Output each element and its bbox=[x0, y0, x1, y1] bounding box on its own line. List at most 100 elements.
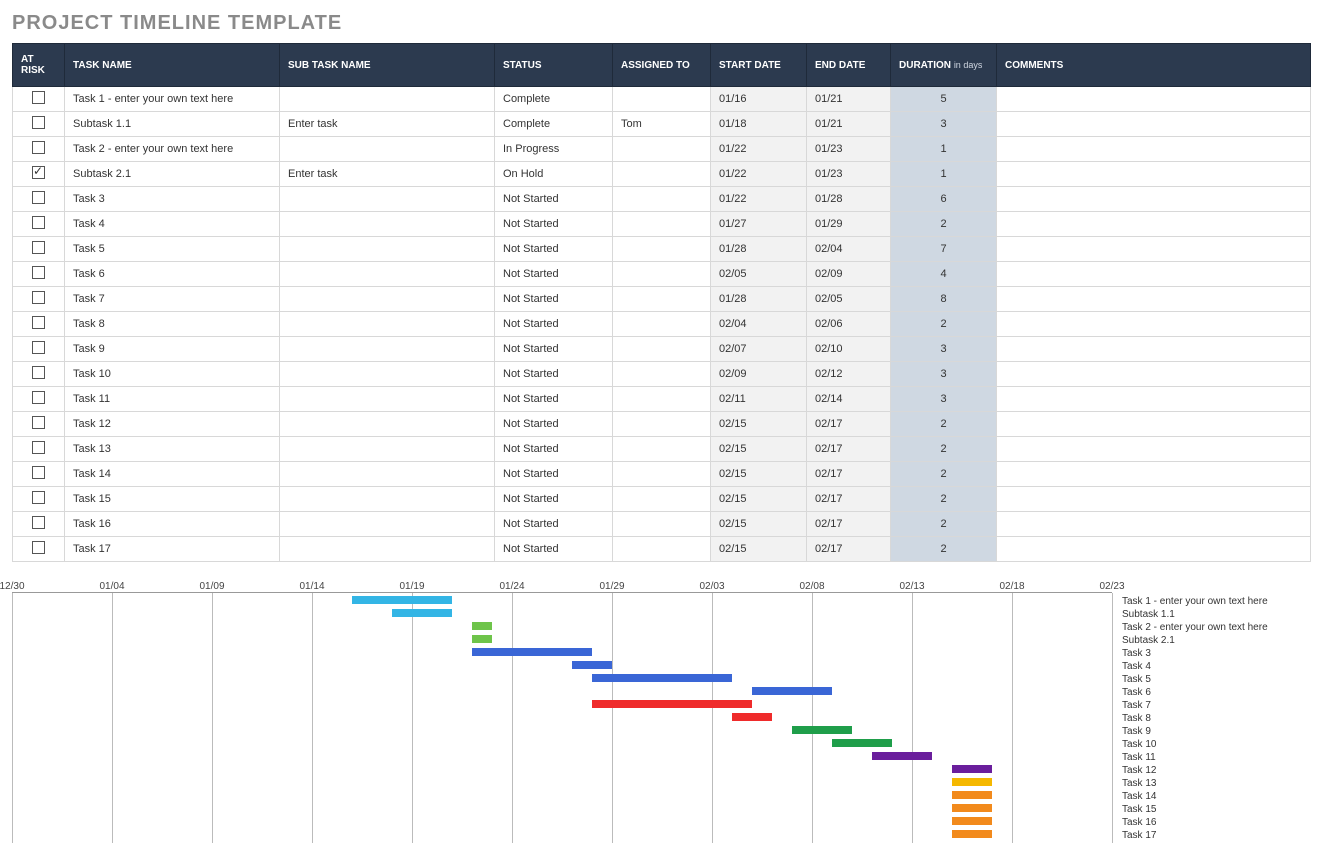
assigned-cell[interactable] bbox=[613, 87, 711, 112]
status-cell[interactable]: Complete bbox=[495, 87, 613, 112]
end-date-cell[interactable]: 02/06 bbox=[807, 312, 891, 337]
subtask-name-cell[interactable] bbox=[280, 437, 495, 462]
comments-cell[interactable] bbox=[997, 137, 1311, 162]
subtask-name-cell[interactable] bbox=[280, 187, 495, 212]
subtask-name-cell[interactable] bbox=[280, 337, 495, 362]
risk-cell[interactable] bbox=[13, 262, 65, 287]
task-name-cell[interactable]: Subtask 1.1 bbox=[65, 112, 280, 137]
assigned-cell[interactable]: Tom bbox=[613, 112, 711, 137]
assigned-cell[interactable] bbox=[613, 262, 711, 287]
status-cell[interactable]: Not Started bbox=[495, 212, 613, 237]
risk-checkbox[interactable] bbox=[32, 291, 45, 304]
subtask-name-cell[interactable] bbox=[280, 462, 495, 487]
risk-cell[interactable] bbox=[13, 437, 65, 462]
comments-cell[interactable] bbox=[997, 237, 1311, 262]
assigned-cell[interactable] bbox=[613, 212, 711, 237]
start-date-cell[interactable]: 01/22 bbox=[711, 187, 807, 212]
assigned-cell[interactable] bbox=[613, 487, 711, 512]
comments-cell[interactable] bbox=[997, 537, 1311, 562]
comments-cell[interactable] bbox=[997, 487, 1311, 512]
start-date-cell[interactable]: 02/07 bbox=[711, 337, 807, 362]
subtask-name-cell[interactable] bbox=[280, 487, 495, 512]
assigned-cell[interactable] bbox=[613, 437, 711, 462]
subtask-name-cell[interactable] bbox=[280, 87, 495, 112]
task-name-cell[interactable]: Task 16 bbox=[65, 512, 280, 537]
risk-cell[interactable] bbox=[13, 337, 65, 362]
status-cell[interactable]: Not Started bbox=[495, 362, 613, 387]
start-date-cell[interactable]: 02/15 bbox=[711, 537, 807, 562]
subtask-name-cell[interactable] bbox=[280, 212, 495, 237]
duration-cell[interactable]: 2 bbox=[891, 212, 997, 237]
duration-cell[interactable]: 3 bbox=[891, 112, 997, 137]
start-date-cell[interactable]: 02/15 bbox=[711, 437, 807, 462]
end-date-cell[interactable]: 01/29 bbox=[807, 212, 891, 237]
start-date-cell[interactable]: 02/15 bbox=[711, 462, 807, 487]
risk-cell[interactable] bbox=[13, 537, 65, 562]
comments-cell[interactable] bbox=[997, 212, 1311, 237]
end-date-cell[interactable]: 02/17 bbox=[807, 412, 891, 437]
duration-cell[interactable]: 2 bbox=[891, 412, 997, 437]
end-date-cell[interactable]: 02/17 bbox=[807, 537, 891, 562]
risk-cell[interactable] bbox=[13, 162, 65, 187]
risk-checkbox[interactable] bbox=[32, 316, 45, 329]
assigned-cell[interactable] bbox=[613, 387, 711, 412]
risk-cell[interactable] bbox=[13, 187, 65, 212]
risk-cell[interactable] bbox=[13, 87, 65, 112]
duration-cell[interactable]: 3 bbox=[891, 362, 997, 387]
end-date-cell[interactable]: 01/21 bbox=[807, 112, 891, 137]
status-cell[interactable]: Not Started bbox=[495, 262, 613, 287]
status-cell[interactable]: Not Started bbox=[495, 487, 613, 512]
task-name-cell[interactable]: Task 13 bbox=[65, 437, 280, 462]
assigned-cell[interactable] bbox=[613, 512, 711, 537]
task-name-cell[interactable]: Task 5 bbox=[65, 237, 280, 262]
comments-cell[interactable] bbox=[997, 312, 1311, 337]
start-date-cell[interactable]: 02/05 bbox=[711, 262, 807, 287]
subtask-name-cell[interactable]: Enter task bbox=[280, 112, 495, 137]
start-date-cell[interactable]: 02/15 bbox=[711, 412, 807, 437]
task-name-cell[interactable]: Task 17 bbox=[65, 537, 280, 562]
assigned-cell[interactable] bbox=[613, 337, 711, 362]
comments-cell[interactable] bbox=[997, 187, 1311, 212]
task-name-cell[interactable]: Task 2 - enter your own text here bbox=[65, 137, 280, 162]
subtask-name-cell[interactable] bbox=[280, 312, 495, 337]
subtask-name-cell[interactable] bbox=[280, 387, 495, 412]
comments-cell[interactable] bbox=[997, 262, 1311, 287]
end-date-cell[interactable]: 01/23 bbox=[807, 137, 891, 162]
start-date-cell[interactable]: 02/15 bbox=[711, 487, 807, 512]
comments-cell[interactable] bbox=[997, 362, 1311, 387]
risk-cell[interactable] bbox=[13, 462, 65, 487]
status-cell[interactable]: Not Started bbox=[495, 537, 613, 562]
risk-checkbox[interactable] bbox=[32, 91, 45, 104]
task-name-cell[interactable]: Task 15 bbox=[65, 487, 280, 512]
duration-cell[interactable]: 2 bbox=[891, 512, 997, 537]
end-date-cell[interactable]: 02/14 bbox=[807, 387, 891, 412]
assigned-cell[interactable] bbox=[613, 237, 711, 262]
start-date-cell[interactable]: 02/09 bbox=[711, 362, 807, 387]
task-name-cell[interactable]: Task 8 bbox=[65, 312, 280, 337]
status-cell[interactable]: Not Started bbox=[495, 287, 613, 312]
risk-checkbox[interactable] bbox=[32, 366, 45, 379]
status-cell[interactable]: On Hold bbox=[495, 162, 613, 187]
task-name-cell[interactable]: Task 12 bbox=[65, 412, 280, 437]
status-cell[interactable]: Not Started bbox=[495, 312, 613, 337]
start-date-cell[interactable]: 02/04 bbox=[711, 312, 807, 337]
subtask-name-cell[interactable] bbox=[280, 362, 495, 387]
subtask-name-cell[interactable]: Enter task bbox=[280, 162, 495, 187]
status-cell[interactable]: Not Started bbox=[495, 462, 613, 487]
end-date-cell[interactable]: 01/23 bbox=[807, 162, 891, 187]
assigned-cell[interactable] bbox=[613, 162, 711, 187]
end-date-cell[interactable]: 02/17 bbox=[807, 487, 891, 512]
task-name-cell[interactable]: Task 7 bbox=[65, 287, 280, 312]
risk-checkbox[interactable] bbox=[32, 541, 45, 554]
end-date-cell[interactable]: 02/04 bbox=[807, 237, 891, 262]
risk-checkbox[interactable] bbox=[32, 241, 45, 254]
risk-checkbox[interactable] bbox=[32, 341, 45, 354]
risk-checkbox[interactable] bbox=[32, 141, 45, 154]
end-date-cell[interactable]: 02/05 bbox=[807, 287, 891, 312]
assigned-cell[interactable] bbox=[613, 462, 711, 487]
duration-cell[interactable]: 1 bbox=[891, 137, 997, 162]
task-name-cell[interactable]: Task 3 bbox=[65, 187, 280, 212]
assigned-cell[interactable] bbox=[613, 137, 711, 162]
risk-checkbox[interactable] bbox=[32, 466, 45, 479]
risk-cell[interactable] bbox=[13, 112, 65, 137]
